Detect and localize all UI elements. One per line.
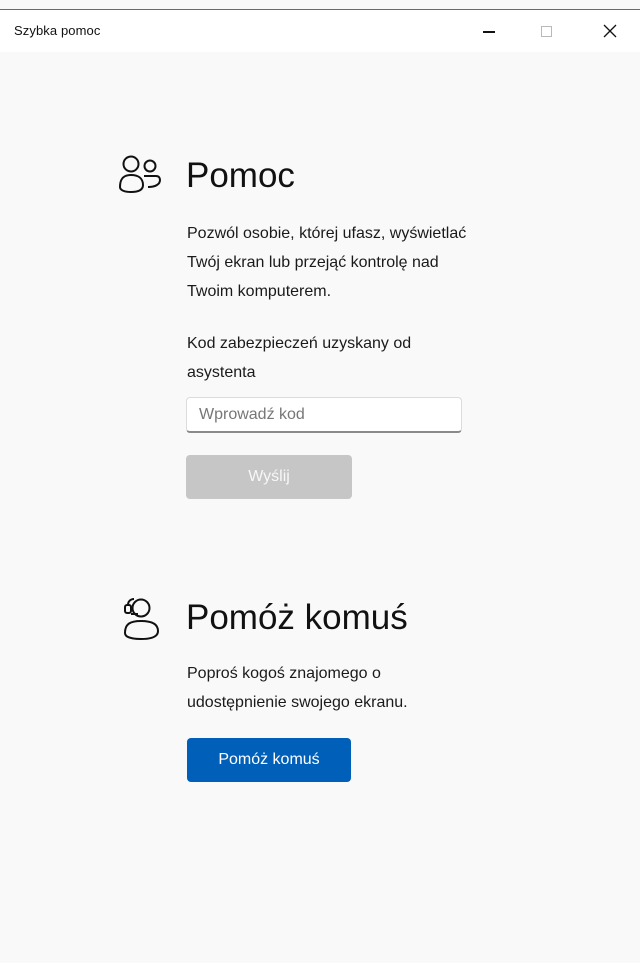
give-help-button[interactable]: Pomóż komuś — [187, 738, 351, 782]
description-line: Poproś kogoś znajomego o — [187, 665, 381, 682]
label-line: asystenta — [187, 364, 256, 381]
quick-assist-window: Szybka pomoc Pomoc Pozwól osobie, której… — [0, 0, 640, 963]
security-code-input[interactable] — [186, 397, 462, 433]
get-help-description: Pozwól osobie, której ufasz, wyświetlać … — [187, 219, 537, 306]
give-help-description: Poproś kogoś znajomego o udostępnienie s… — [187, 659, 537, 717]
close-button[interactable] — [587, 10, 633, 52]
close-icon — [603, 24, 617, 38]
security-code-label: Kod zabezpieczeń uzyskany od asystenta — [187, 329, 537, 387]
minimize-button[interactable] — [466, 10, 512, 52]
description-line: Twój ekran lub przejąć kontrolę nad — [187, 254, 439, 271]
get-help-heading: Pomoc — [186, 156, 295, 195]
label-line: Kod zabezpieczeń uzyskany od — [187, 335, 412, 352]
description-line: udostępnienie swojego ekranu. — [187, 694, 408, 711]
maximize-icon — [540, 25, 552, 37]
people-icon — [118, 155, 162, 194]
person-support-icon — [123, 598, 160, 641]
maximize-button[interactable] — [523, 10, 569, 52]
submit-button[interactable]: Wyślij — [186, 455, 352, 499]
window-title: Szybka pomoc — [14, 23, 101, 38]
description-line: Pozwól osobie, której ufasz, wyświetlać — [187, 225, 467, 242]
minimize-icon — [483, 31, 495, 33]
title-bar[interactable]: Szybka pomoc — [0, 10, 640, 52]
give-help-heading: Pomóż komuś — [186, 598, 408, 637]
description-line: Twoim komputerem. — [187, 283, 332, 300]
